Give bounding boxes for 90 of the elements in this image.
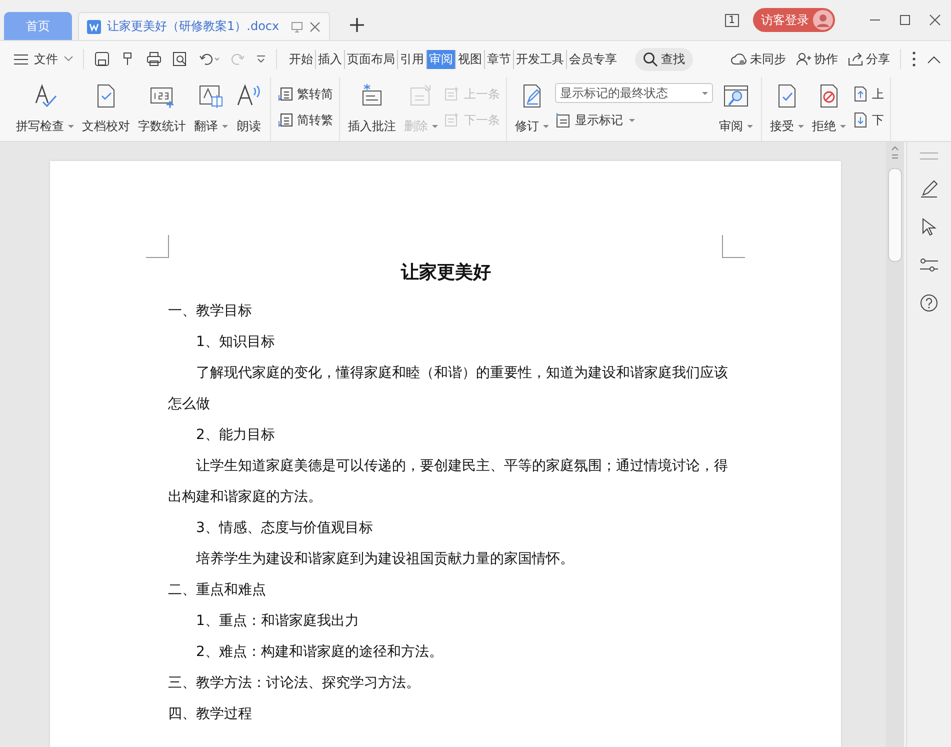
paragraph: 2、难点：构建和谐家庭的途径和方法。 xyxy=(195,643,444,662)
ribbon-button[interactable]: 显示标记 xyxy=(555,107,713,133)
collaborate-button[interactable]: 协作 xyxy=(796,50,838,68)
ribbon-button[interactable]: 繁转简 xyxy=(277,81,333,107)
menu-icon xyxy=(14,54,28,64)
paragraph: 2、能力目标 xyxy=(195,426,276,445)
down-document-icon xyxy=(852,112,868,128)
more-icon[interactable] xyxy=(911,51,917,67)
page-count-badge[interactable]: 1 xyxy=(724,14,739,26)
document-tab[interactable]: 让家更美好（研修教案1）.docx xyxy=(78,12,330,40)
sync-button[interactable]: 未同步 xyxy=(731,50,786,68)
share-icon xyxy=(848,52,863,66)
pen-icon[interactable] xyxy=(920,180,938,198)
ribbon-button[interactable]: 接受 xyxy=(768,81,806,137)
caret-icon xyxy=(747,125,753,128)
ribbon-tab[interactable]: 会员专享 xyxy=(566,50,619,68)
chevron-down-icon[interactable] xyxy=(256,54,266,64)
ribbon-tab[interactable]: 开发工具 xyxy=(513,50,566,68)
collapse-icon[interactable] xyxy=(927,54,941,64)
ribbon-button[interactable]: 上 xyxy=(852,81,884,107)
paragraph: 1、重点：和谐家庭我出力 xyxy=(195,612,360,631)
ribbon-button[interactable]: 审阅 xyxy=(717,81,755,137)
convert-icon xyxy=(277,112,293,128)
maximize-icon[interactable] xyxy=(899,14,911,26)
pointer-icon[interactable] xyxy=(921,218,937,236)
document-title: 让家更美好 xyxy=(400,261,492,285)
avatar-icon xyxy=(813,10,833,30)
list-icon xyxy=(444,86,460,102)
print-preview-icon[interactable] xyxy=(172,51,188,67)
search-icon xyxy=(643,52,658,66)
crop-mark xyxy=(146,235,169,258)
caret-icon xyxy=(629,118,635,122)
close-icon[interactable] xyxy=(309,20,321,32)
ribbon-tab[interactable]: 视图 xyxy=(455,50,484,68)
ribbon-tab[interactable]: 章节 xyxy=(484,50,513,68)
file-menu[interactable]: 文件 xyxy=(14,50,73,68)
ribbon-button[interactable]: 简转繁 xyxy=(277,107,333,133)
cloud-icon xyxy=(731,52,747,66)
user-add-icon xyxy=(796,52,811,66)
caret-icon xyxy=(68,125,74,128)
paragraph: 一、教学目标 xyxy=(168,302,253,321)
magnifier-window-icon xyxy=(723,83,749,109)
paragraph: 三、教学方法：讨论法、探究学习方法。 xyxy=(168,674,421,693)
new-tab-icon[interactable] xyxy=(350,18,364,32)
ribbon-tab[interactable]: 开始 xyxy=(287,50,315,68)
caret-icon xyxy=(840,125,846,128)
paragraph: 二、重点和难点 xyxy=(168,581,267,600)
ribbon-button[interactable]: 翻译 xyxy=(192,81,230,137)
crop-mark xyxy=(722,235,745,258)
ribbon-button[interactable]: 下 xyxy=(852,107,884,133)
ribbon-button[interactable]: 插入批注 xyxy=(346,81,398,137)
caret-icon xyxy=(543,125,549,128)
markup-dropdown[interactable]: 显示标记的最终状态 xyxy=(555,83,713,103)
list-icon xyxy=(444,112,460,128)
close-icon[interactable] xyxy=(929,14,941,26)
print-icon[interactable] xyxy=(146,51,162,67)
chevron-down-icon xyxy=(64,56,73,62)
save-icon[interactable] xyxy=(94,51,110,67)
paragraph: 1、知识目标 xyxy=(195,333,276,352)
ribbon-tab[interactable]: 页面布局 xyxy=(344,50,397,68)
paragraph: 四、教学过程 xyxy=(168,705,253,724)
ribbon-button[interactable]: 修订 xyxy=(513,81,551,137)
sliders-icon[interactable] xyxy=(920,256,938,274)
tab-title: 让家更美好（研修教案1）.docx xyxy=(107,18,280,35)
share-button[interactable]: 分享 xyxy=(848,50,890,68)
ribbon-tab[interactable]: 插入 xyxy=(315,50,344,68)
caret-icon xyxy=(222,125,228,128)
ribbon-button[interactable]: 拼写检查 xyxy=(14,81,76,137)
search-button[interactable]: 查找 xyxy=(635,48,693,70)
caret-icon xyxy=(432,125,438,128)
monitor-icon[interactable] xyxy=(291,20,303,32)
paragraph: 3、情感、态度与价值观目标 xyxy=(195,519,374,538)
help-icon[interactable] xyxy=(920,294,938,312)
paragraph: 培养学生为建设和谐家庭到为建设祖国贡献力量的家国情怀。 xyxy=(195,550,575,569)
convert-icon xyxy=(277,86,293,102)
caret-icon xyxy=(702,92,708,94)
ribbon-button[interactable]: 拒绝 xyxy=(810,81,848,137)
list-icon xyxy=(555,112,571,128)
up-document-icon xyxy=(852,86,868,102)
ribbon-button[interactable]: 文档校对 xyxy=(80,81,132,137)
document-app-icon xyxy=(87,20,101,34)
caret-icon xyxy=(798,125,804,128)
ribbon-button[interactable]: 字数统计 xyxy=(136,81,188,137)
paragraph: 让学生知道家庭美德是可以传递的，要创建民主、平等的家庭氛围；通过情境讨论，得出构建和谐家庭的方法。 xyxy=(168,457,728,507)
paragraph: 了解现代家庭的变化，懂得家庭和睦（和谐）的重要性，知道为建设和谐家庭我们应该怎么做 xyxy=(168,364,728,414)
ribbon-button[interactable]: 朗读 xyxy=(234,81,264,137)
translate-icon xyxy=(198,83,224,109)
undo-icon[interactable] xyxy=(198,51,220,67)
login-button[interactable]: 访客登录 xyxy=(753,8,835,32)
scrollbar-thumb[interactable] xyxy=(888,168,902,262)
